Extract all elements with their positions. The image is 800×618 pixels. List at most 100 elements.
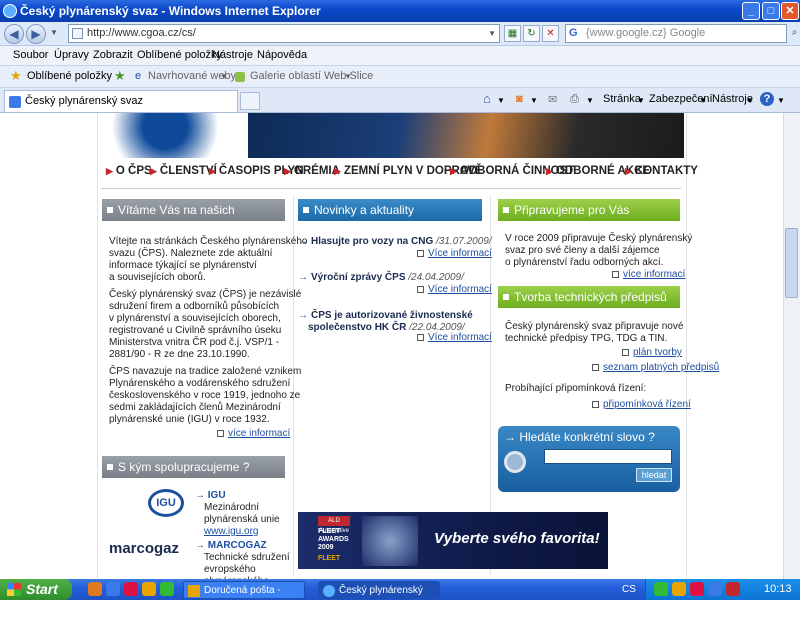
menu-file[interactable]: Soubor (13, 49, 48, 61)
compatibility-icon[interactable]: ▦ (504, 25, 521, 42)
chevron-down-icon[interactable]: ▼ (699, 96, 707, 105)
welcome-paragraph-1: Vítejte na stránkách Českého plynárenské… (109, 236, 308, 283)
stop-button[interactable]: ✕ (542, 25, 559, 42)
app-icon[interactable] (142, 582, 156, 596)
tab-row: Český plynárenský svaz ⌂ ▼ ◙ ▼ ✉ ⎙ ▼ Str… (0, 88, 800, 113)
menu-tools[interactable]: Nástroje (212, 49, 253, 61)
webslice-icon (235, 72, 245, 82)
tab-active[interactable]: Český plynárenský svaz (4, 90, 238, 112)
tray-icon[interactable] (690, 582, 704, 596)
keyword-search-title: → Hledáte konkrétní slovo ? (504, 430, 655, 444)
tray-icon[interactable] (726, 582, 740, 596)
menu-edit[interactable]: Úpravy (54, 49, 89, 61)
refresh-button[interactable]: ↻ (523, 25, 540, 42)
back-button[interactable]: ◀ (4, 24, 24, 44)
ie-quicklaunch-icon[interactable] (106, 582, 120, 596)
clock[interactable]: 10:13 (764, 579, 792, 600)
firefox-icon[interactable] (88, 582, 102, 596)
ie-icon (3, 4, 17, 18)
page-icon (72, 28, 83, 39)
tech-text: Český plynárenský svaz připravuje nové te… (505, 321, 684, 344)
news-item-1[interactable]: → Hlasujte pro vozy na CNG /31.07.2009/ (298, 236, 492, 248)
chevron-down-icon[interactable]: ▼ (497, 96, 505, 105)
menu-view[interactable]: Zobrazit (93, 49, 133, 61)
keyword-search-widget: → Hledáte konkrétní slovo ? hledat (498, 426, 680, 492)
history-dropdown-icon[interactable]: ▼ (50, 28, 58, 37)
language-indicator[interactable]: CS (622, 579, 636, 600)
nav-gremia[interactable]: ▶ GRÉMIA (284, 165, 340, 177)
chevron-down-icon[interactable]: ▼ (746, 96, 754, 105)
news-item-3[interactable]: → ČPS je autorizované živnostenské společe… (298, 310, 473, 334)
keyword-search-input[interactable] (544, 449, 672, 464)
media-icon[interactable] (124, 582, 138, 596)
help-icon[interactable]: ? (760, 92, 774, 106)
nav-kontakty[interactable]: ▶ KONTAKTY (625, 165, 698, 177)
prep-more-link[interactable]: více informací (612, 269, 685, 280)
close-button[interactable]: ✕ (781, 2, 799, 20)
fleet-awards-banner[interactable]: ALD Automotive FLEET AWARDS 2009 FLEET V… (298, 512, 608, 569)
chevron-down-icon[interactable]: ▼ (586, 96, 594, 105)
prep-text: V roce 2009 připravuje Český plynárenský… (505, 233, 693, 268)
menu-favorites[interactable]: Oblíbené položky (137, 49, 222, 61)
address-bar[interactable]: http://www.cgoa.cz/cs/ ▼ (68, 24, 500, 43)
minimize-button[interactable]: _ (742, 2, 760, 20)
address-dropdown-icon[interactable]: ▼ (488, 25, 496, 42)
taskbar: Start Doručená pošta - Mic... Český plyn… (0, 579, 800, 614)
chevron-down-icon[interactable]: ▼ (637, 96, 645, 105)
chevron-down-icon[interactable]: ▼ (344, 72, 352, 81)
start-button[interactable]: Start (0, 579, 72, 600)
tray-icon[interactable] (708, 582, 722, 596)
windows-logo-icon (7, 583, 21, 596)
chevron-down-icon[interactable]: ▼ (777, 96, 785, 105)
rss-icon[interactable]: ◙ (516, 93, 523, 105)
tray-icon[interactable] (654, 582, 668, 596)
welcome-more-link[interactable]: více informací (217, 428, 290, 439)
print-icon[interactable]: ⎙ (570, 93, 579, 106)
mail-icon[interactable]: ✉ (548, 93, 557, 106)
tech-probiha: Probíhající připomínková řízení: (505, 383, 647, 394)
tech-header: Tvorba technických předpisů (498, 286, 680, 308)
tech-rizeni-link[interactable]: připomínková řízení (592, 399, 691, 410)
fleet-logo: FLEET (318, 555, 341, 562)
search-input[interactable]: G {www.google.cz} Google (565, 24, 787, 43)
nav-o-cps[interactable]: ▶ O ČPS (106, 165, 152, 177)
new-tab-button[interactable] (240, 92, 260, 110)
tray-icon[interactable] (672, 582, 686, 596)
home-icon[interactable]: ⌂ (483, 91, 491, 106)
news-item-1-more[interactable]: Více informací (417, 248, 492, 259)
fleet-slogan: Vyberte svého favorita! (434, 530, 600, 547)
ie-icon (323, 585, 335, 597)
nav-clenstvi[interactable]: ▶ ČLENSTVÍ (150, 165, 217, 177)
tech-list-link[interactable]: seznam platných předpisů (592, 362, 719, 373)
address-url: http://www.cgoa.cz/cs/ (87, 27, 196, 39)
app-icon[interactable] (160, 582, 174, 596)
menu-help[interactable]: Nápověda (257, 49, 307, 61)
address-row: ◀ ▶ ▼ http://www.cgoa.cz/cs/ ▼ ▦ ↻ ✕ G {… (0, 22, 800, 46)
add-favorite-icon[interactable]: ★ (114, 68, 126, 84)
task-ie[interactable]: Český plynárenský sv... (318, 581, 440, 614)
scrollbar-thumb[interactable] (785, 228, 798, 298)
scrollbar[interactable] (783, 113, 800, 579)
news-item-3-more[interactable]: Více informací (417, 332, 492, 343)
news-item-2-more[interactable]: Více informací (417, 284, 492, 295)
task-outlook[interactable]: Doručená pošta - Mic... (183, 581, 305, 614)
page-menu[interactable]: Stránka (603, 93, 641, 105)
keyword-search-button[interactable]: hledat (636, 468, 672, 482)
prep-header: Připravujeme pro Vás (498, 199, 680, 221)
maximize-button[interactable]: □ (762, 2, 780, 20)
chevron-down-icon[interactable]: ▼ (220, 72, 228, 81)
chevron-down-icon[interactable]: ▼ (530, 96, 538, 105)
forward-button[interactable]: ▶ (26, 24, 46, 44)
webslice-gallery[interactable]: Galerie oblastí Web Slice (250, 70, 373, 82)
news-item-2[interactable]: → Výroční zprávy ČPS /24.04.2009/ (298, 272, 464, 284)
favorites-button[interactable]: Oblíbené položky (27, 70, 112, 82)
search-go-icon[interactable]: ⌕ (789, 25, 800, 42)
window-title: Český plynárenský svaz - Windows Interne… (20, 4, 321, 18)
google-icon: G (569, 27, 578, 39)
igu-name: IGU (207, 490, 226, 501)
news-header: Novinky a aktuality (298, 199, 482, 221)
tab-title: Český plynárenský svaz (25, 95, 143, 107)
tech-plan-link[interactable]: plán tvorby (622, 347, 682, 358)
igu-link[interactable]: www.igu.org (195, 526, 280, 538)
igu-logo: IGU (148, 489, 184, 517)
